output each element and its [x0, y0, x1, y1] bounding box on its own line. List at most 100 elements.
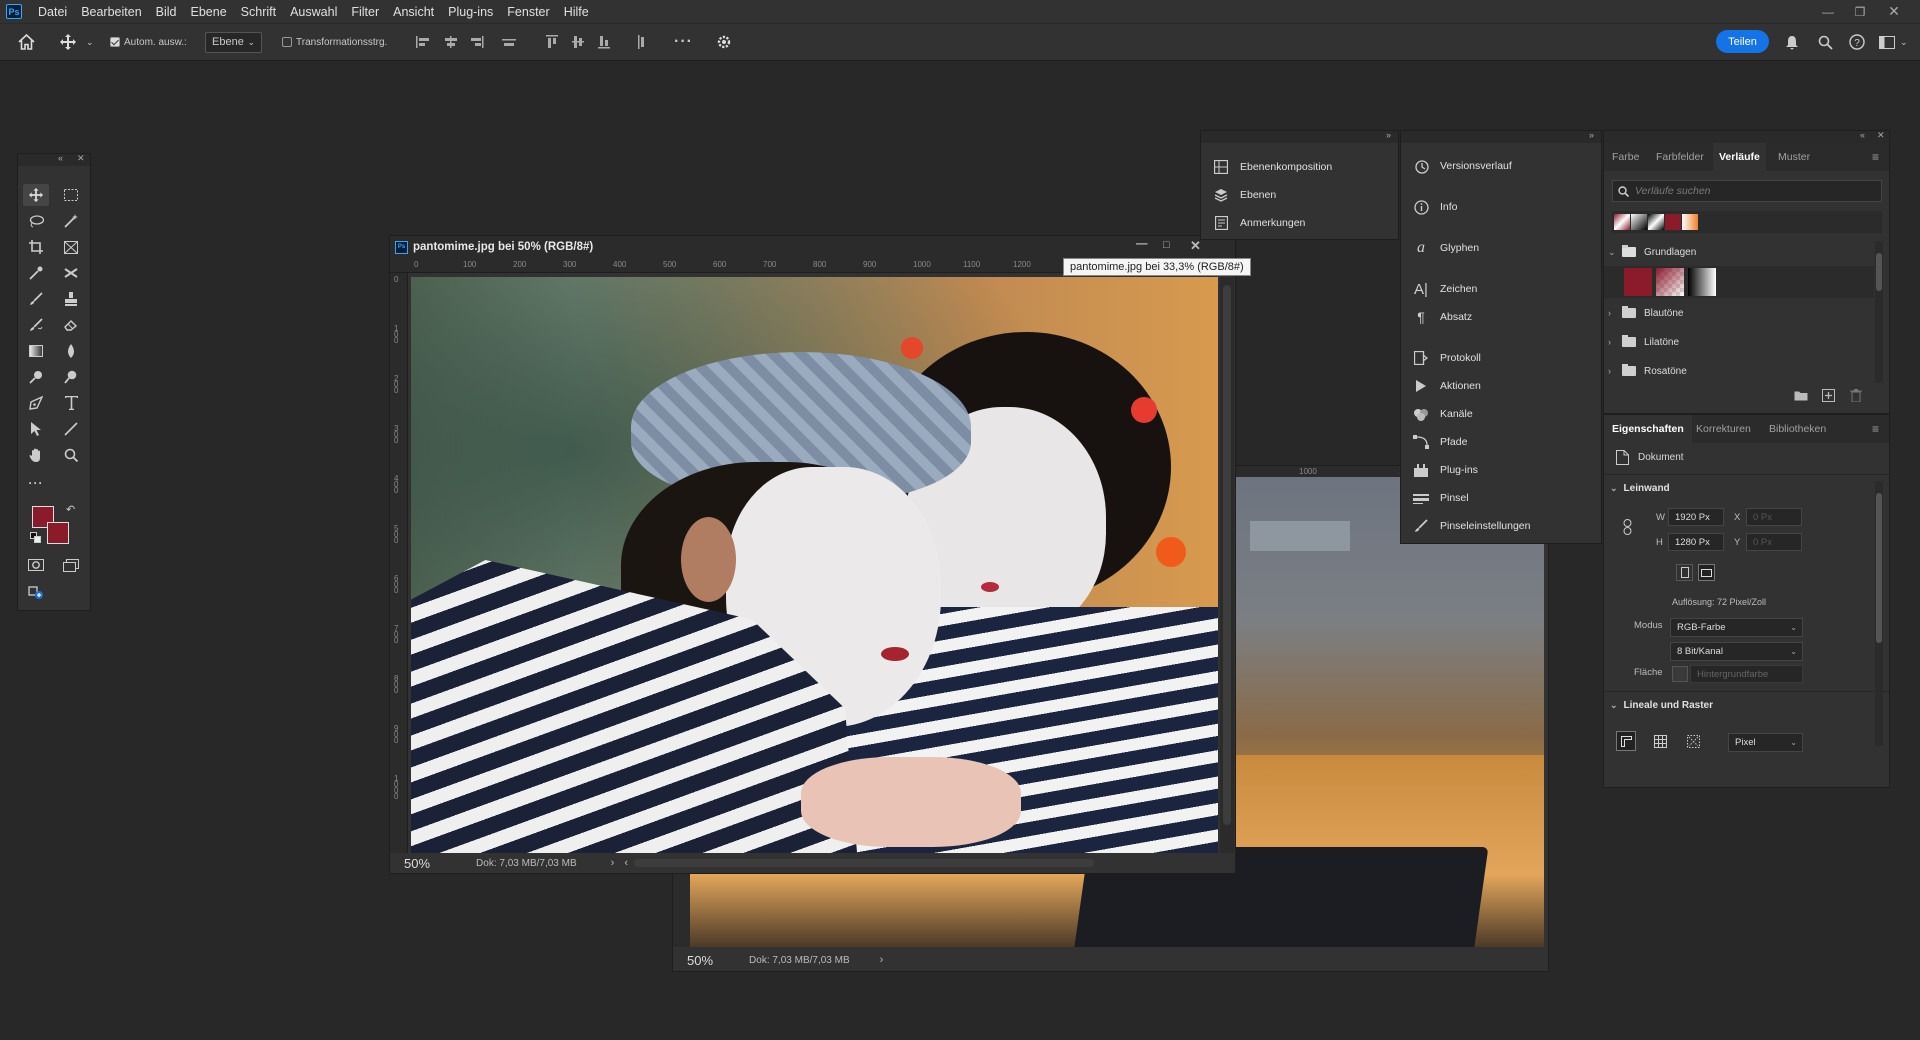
screen-mode-icon[interactable] [58, 554, 84, 576]
lasso-tool-icon[interactable] [23, 210, 49, 232]
toolbox-header[interactable]: « ✕ [18, 153, 90, 166]
chevron-right-icon[interactable]: › [880, 954, 884, 966]
panel-header[interactable]: » [1201, 130, 1398, 143]
path-selection-icon[interactable] [23, 418, 49, 440]
ruler-icon[interactable] [1616, 731, 1636, 751]
collapse-icon[interactable]: « [1860, 130, 1865, 140]
crop-tool-icon[interactable] [23, 236, 49, 258]
menu-filter[interactable]: Filter [344, 5, 386, 19]
chevron-left-icon[interactable]: ‹ [624, 857, 628, 869]
menu-ansicht[interactable]: Ansicht [386, 5, 441, 19]
gradient-folder-rosatoene[interactable]: › Rosatöne [1604, 357, 1687, 385]
bit-depth-select[interactable]: 8 Bit/Kanal ⌄ [1670, 642, 1803, 661]
guides-icon[interactable] [1683, 731, 1703, 751]
more-tools-icon[interactable]: ··· [23, 472, 49, 494]
recent-gradient-swatch[interactable] [1665, 214, 1681, 230]
tab-muster[interactable]: Muster [1778, 143, 1810, 171]
swap-colors-icon[interactable]: ↶ [66, 503, 75, 516]
edit-toolbar-icon[interactable] [23, 582, 49, 604]
distribute-icon[interactable] [502, 24, 516, 60]
auto-select-dropdown[interactable]: Ebene ⌄ [205, 31, 262, 53]
rulers-grid-section-header[interactable]: ⌄ Lineale und Raster [1610, 700, 1713, 711]
canvas-width-field[interactable]: 1920 Px [1668, 508, 1724, 526]
gradient-search-field[interactable]: Verläufe suchen [1612, 180, 1882, 202]
maximize-icon[interactable]: □ [1163, 239, 1170, 251]
close-icon[interactable]: ✕ [1190, 238, 1201, 254]
frame-tool-icon[interactable] [58, 236, 84, 258]
menu-bild[interactable]: Bild [149, 5, 184, 19]
panel-item-pinseleinstellungen[interactable]: Pinseleinstellungen [1401, 513, 1530, 539]
hand-tool-icon[interactable] [23, 444, 49, 466]
home-icon[interactable] [18, 24, 35, 60]
menu-fenster[interactable]: Fenster [500, 5, 556, 19]
trash-icon[interactable] [1850, 389, 1862, 405]
brush-tool-icon[interactable] [23, 288, 49, 310]
magic-wand-icon[interactable] [58, 210, 84, 232]
more-options-icon[interactable]: ··· [674, 24, 693, 60]
panel-item-ebenenkomposition[interactable]: Ebenenkomposition [1201, 154, 1332, 180]
tab-korrekturen[interactable]: Korrekturen [1696, 415, 1751, 443]
menu-auswahl[interactable]: Auswahl [283, 5, 344, 19]
menu-hilfe[interactable]: Hilfe [557, 5, 596, 19]
stamp-tool-icon[interactable] [58, 288, 84, 310]
quick-mask-icon[interactable] [23, 554, 49, 576]
align-left-icon[interactable] [416, 24, 430, 60]
expand-icon[interactable]: » [1386, 130, 1391, 140]
close-icon[interactable]: ✕ [1878, 0, 1910, 23]
panel-item-zeichen[interactable]: A| Zeichen [1401, 276, 1477, 302]
move-tool-icon[interactable] [60, 24, 76, 60]
pen-tool-icon[interactable] [23, 392, 49, 414]
new-gradient-icon[interactable] [1822, 389, 1835, 405]
recent-gradient-swatch[interactable] [1648, 214, 1664, 230]
scrollbar-thumb[interactable] [1876, 493, 1882, 643]
marquee-tool-icon[interactable] [58, 184, 84, 206]
document-title-bar[interactable]: Ps pantomime.jpg bei 50% (RGB/8#) — □ ✕ [390, 236, 1235, 258]
close-icon[interactable]: ✕ [1877, 130, 1885, 141]
panel-menu-icon[interactable]: ≡ [1872, 415, 1879, 443]
scrollbar-thumb[interactable] [1876, 253, 1882, 291]
canvas-section-header[interactable]: ⌄ Leinwand [1610, 483, 1670, 494]
panel-item-aktionen[interactable]: Aktionen [1401, 373, 1481, 399]
gear-icon[interactable] [716, 24, 732, 60]
document-window-front[interactable]: Ps pantomime.jpg bei 50% (RGB/8#) — □ ✕ … [389, 235, 1236, 874]
gradient-folder-lilatoene[interactable]: › Lilatöne [1604, 328, 1679, 356]
canvas-height-field[interactable]: 1280 Px [1668, 533, 1724, 551]
recent-gradient-swatch[interactable] [1631, 214, 1647, 230]
restore-icon[interactable]: ❐ [1844, 0, 1876, 23]
tab-eigenschaften[interactable]: Eigenschaften [1604, 415, 1692, 443]
panel-item-plugins[interactable]: Plug-ins [1401, 457, 1478, 483]
gradient-folder-blautoene[interactable]: › Blautöne [1604, 299, 1683, 327]
bell-icon[interactable] [1785, 24, 1799, 60]
line-tool-icon[interactable] [58, 418, 84, 440]
gradient-tool-icon[interactable] [23, 340, 49, 362]
ruler-unit-select[interactable]: Pixel ⌄ [1728, 733, 1803, 752]
panel-item-anmerkungen[interactable]: Anmerkungen [1201, 210, 1305, 236]
align-bottom-icon[interactable] [598, 24, 610, 60]
panel-item-pinsel[interactable]: Pinsel [1401, 485, 1469, 511]
panel-header[interactable]: « ✕ [1604, 130, 1889, 143]
panel-item-glyphen[interactable]: a Glyphen [1401, 235, 1479, 261]
landscape-orientation-icon[interactable] [1698, 564, 1715, 581]
tab-farbe[interactable]: Farbe [1612, 143, 1639, 171]
default-colors-icon[interactable] [30, 532, 41, 546]
history-brush-icon[interactable] [23, 314, 49, 336]
align-center-h-icon[interactable] [444, 24, 458, 60]
gradient-scrollbar[interactable] [1875, 241, 1883, 383]
color-mode-select[interactable]: RGB-Farbe ⌄ [1670, 618, 1803, 637]
gradient-folder-grundlagen[interactable]: ⌄ Grundlagen [1604, 238, 1696, 266]
properties-scrollbar[interactable] [1875, 481, 1883, 746]
share-button[interactable]: Teilen [1716, 30, 1769, 53]
search-icon[interactable] [1818, 24, 1833, 60]
menu-plugins[interactable]: Plug-ins [441, 5, 500, 19]
panel-header[interactable]: » [1401, 130, 1601, 143]
tab-farbfelder[interactable]: Farbfelder [1656, 143, 1704, 171]
minimize-icon[interactable]: — [1812, 0, 1844, 23]
eyedropper-icon[interactable] [23, 262, 49, 284]
panel-item-kanaele[interactable]: Kanäle [1401, 401, 1473, 427]
expand-icon[interactable]: » [1589, 130, 1594, 140]
menu-datei[interactable]: Datei [31, 5, 74, 19]
chevron-down-icon[interactable]: ⌄ [1900, 24, 1908, 60]
scrollbar-thumb[interactable] [1223, 285, 1231, 825]
move-tool-icon[interactable] [23, 184, 49, 206]
panel-item-ebenen[interactable]: Ebenen [1201, 182, 1276, 208]
